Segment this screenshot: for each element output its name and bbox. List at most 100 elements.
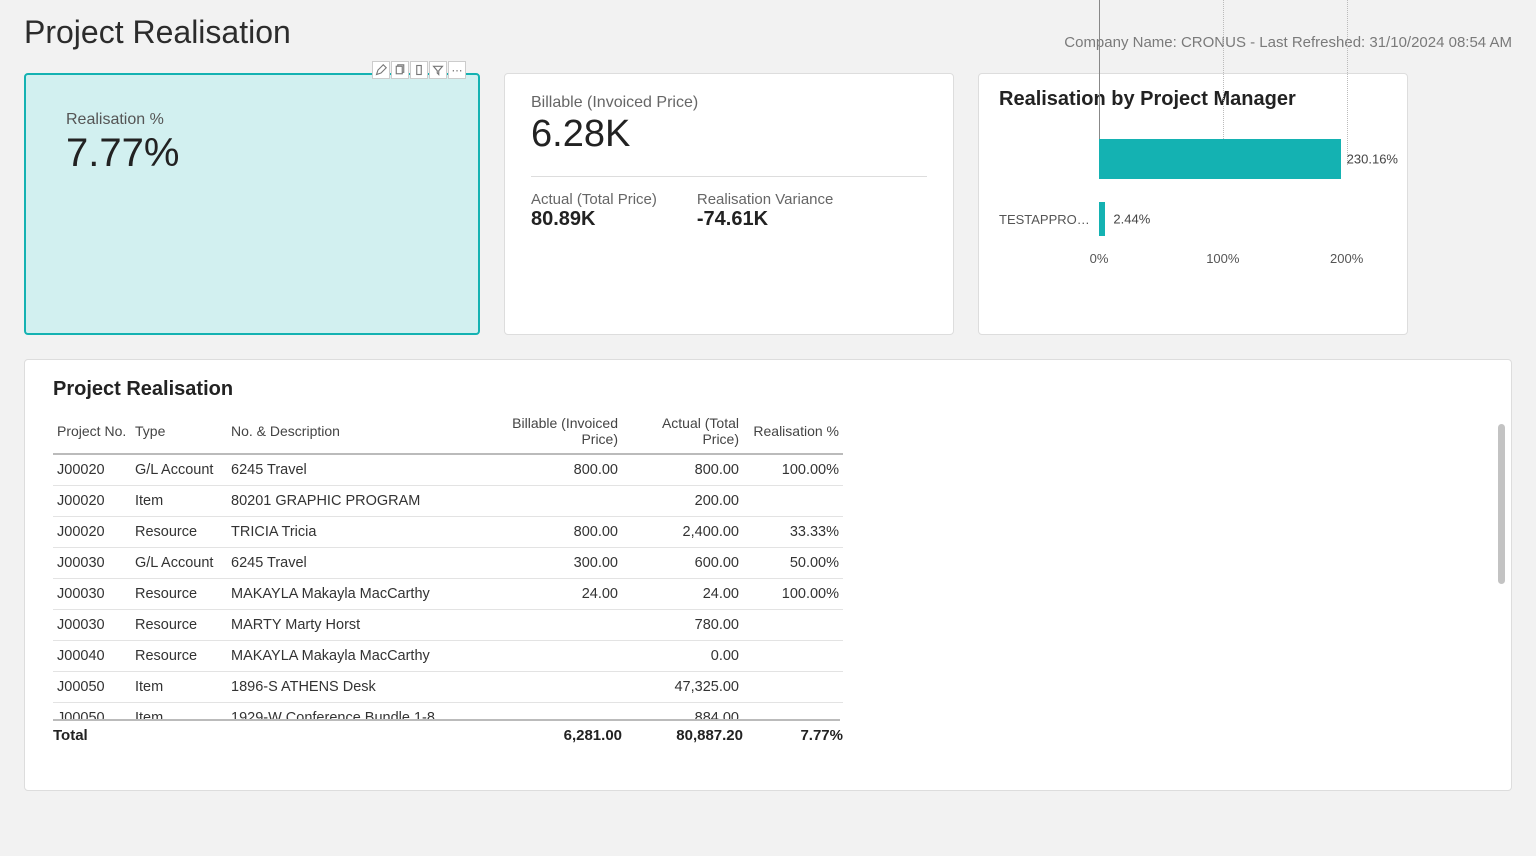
table-title: Project Realisation [53,378,1483,401]
cell: 33.33% [743,517,843,548]
cell: MAKAYLA Makayla MacCarthy [227,579,472,610]
cell: J00040 [53,641,131,672]
more-icon[interactable]: ⋯ [448,61,466,79]
chart-area: 230.16% TESTAPPROV... 2.44% 0% 100% 20 [999,125,1387,324]
cell: J00020 [53,517,131,548]
cell: MAKAYLA Makayla MacCarthy [227,641,472,672]
cell: J00020 [53,454,131,486]
edit-icon[interactable] [372,61,390,79]
cell: J00030 [53,610,131,641]
realisation-label: Realisation % [66,111,438,129]
cell: 2,400.00 [622,517,743,548]
cell [743,486,843,517]
table-row[interactable]: J00050Item1896-S ATHENS Desk47,325.00 [53,672,843,703]
cell: 600.00 [622,548,743,579]
tick-1: 100% [1206,251,1239,266]
table-header: Project No. Type No. & Description Billa… [53,409,843,454]
cell: 100.00% [743,579,843,610]
cell: 300.00 [472,548,622,579]
table-scroll[interactable]: Project No. Type No. & Description Billa… [53,409,1483,719]
cell: J00020 [53,486,131,517]
chart-bar-0: 230.16% [999,125,1387,193]
card-chart[interactable]: Realisation by Project Manager 230.16% T… [978,73,1408,335]
col-project[interactable]: Project No. [53,409,131,454]
divider [531,176,927,177]
cell: 1896-S ATHENS Desk [227,672,472,703]
chart-cat-1: TESTAPPROV... [999,212,1099,227]
filter-icon[interactable] [429,61,447,79]
chart-title: Realisation by Project Manager [999,88,1387,111]
focus-icon[interactable] [410,61,428,79]
cell: 800.00 [622,454,743,486]
col-real[interactable]: Realisation % [743,409,843,454]
cell [743,610,843,641]
table-row[interactable]: J00020ResourceTRICIA Tricia800.002,400.0… [53,517,843,548]
total-bill: 6,281.00 [472,727,622,744]
cell: 6245 Travel [227,548,472,579]
chart-barlabel-1: 2.44% [1113,212,1150,227]
realisation-value: 7.77% [66,131,438,175]
table: Project No. Type No. & Description Billa… [53,409,843,719]
refresh-meta: Company Name: CRONUS - Last Refreshed: 3… [1064,34,1512,51]
cell: 6245 Travel [227,454,472,486]
chart-fill-0 [1099,139,1341,179]
cell: MARTY Marty Horst [227,610,472,641]
cell [472,672,622,703]
cell [472,641,622,672]
scrollbar[interactable] [1498,424,1505,772]
cell: G/L Account [131,548,227,579]
cell: Resource [131,517,227,548]
cell [743,641,843,672]
cell: 100.00% [743,454,843,486]
table-row[interactable]: J00020G/L Account6245 Travel800.00800.00… [53,454,843,486]
variance-value: -74.61K [697,208,833,231]
cell [743,672,843,703]
actual-value: 80.89K [531,208,657,231]
cell: 80201 GRAPHIC PROGRAM [227,486,472,517]
col-desc[interactable]: No. & Description [227,409,472,454]
cell: 0.00 [622,641,743,672]
billable-value: 6.28K [531,114,927,156]
table-row[interactable]: J00040ResourceMAKAYLA Makayla MacCarthy 0… [53,641,843,672]
col-billable[interactable]: Billable (Invoiced Price) [472,409,622,454]
cell: Resource [131,610,227,641]
card-billable[interactable]: Billable (Invoiced Price) 6.28K Actual (… [504,73,954,335]
cell: 24.00 [622,579,743,610]
actual-label: Actual (Total Price) [531,191,657,208]
cell: Item [131,672,227,703]
cell: J00030 [53,579,131,610]
col-actual[interactable]: Actual (Total Price) [622,409,743,454]
cell: 780.00 [622,610,743,641]
cell: Resource [131,579,227,610]
table-row[interactable]: J00050Item1929-W Conference Bundle 1-888… [53,703,843,720]
cell: 1929-W Conference Bundle 1-8 [227,703,472,720]
cell: 47,325.00 [622,672,743,703]
table-row[interactable]: J00020Item80201 GRAPHIC PROGRAM200.00 [53,486,843,517]
cell: Item [131,703,227,720]
total-real: 7.77% [743,727,843,744]
tick-0: 0% [1090,251,1109,266]
billable-label: Billable (Invoiced Price) [531,94,927,112]
cell: 800.00 [472,454,622,486]
table-row[interactable]: J00030G/L Account6245 Travel300.00600.00… [53,548,843,579]
total-label: Total [53,727,131,744]
page-title: Project Realisation [24,14,291,51]
cell: 50.00% [743,548,843,579]
table-row[interactable]: J00030ResourceMARTY Marty Horst 780.00 [53,610,843,641]
tick-2: 200% [1330,251,1363,266]
cell: TRICIA Tricia [227,517,472,548]
card-toolbar: ⋯ [372,61,466,79]
chart-axis: 0% 100% 200% [999,245,1387,277]
card-realisation[interactable]: ⋯ Realisation % 7.77% [24,73,480,335]
col-type[interactable]: Type [131,409,227,454]
cell [472,703,622,720]
copy-icon[interactable] [391,61,409,79]
total-act: 80,887.20 [622,727,743,744]
cell: 200.00 [622,486,743,517]
scrollbar-thumb[interactable] [1498,424,1505,584]
table-total-row: Total 6,281.00 80,887.20 7.77% [53,719,840,744]
chart-barlabel-0: 230.16% [1347,152,1398,167]
cell: Resource [131,641,227,672]
chart-bar-1: TESTAPPROV... 2.44% [999,193,1387,245]
table-row[interactable]: J00030ResourceMAKAYLA Makayla MacCarthy 2… [53,579,843,610]
